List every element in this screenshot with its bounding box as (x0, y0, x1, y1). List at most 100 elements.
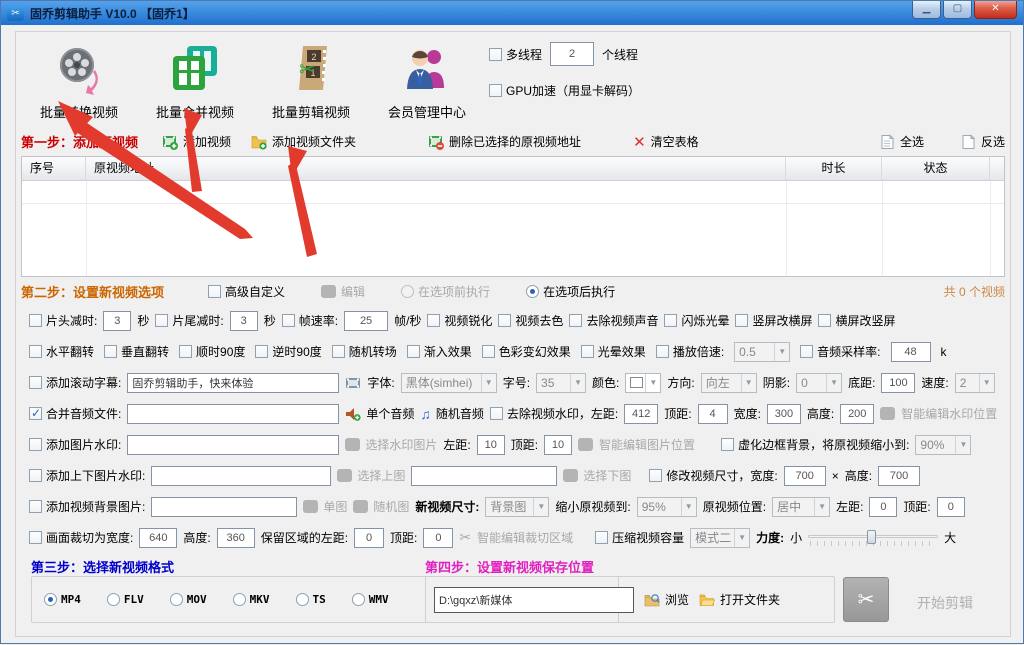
scroll-subtitle-checkbox[interactable]: 添加滚动字幕: (29, 374, 121, 391)
image-left-input[interactable] (477, 435, 505, 455)
shrink-select[interactable]: 95%▼ (637, 497, 697, 517)
crop-checkbox[interactable]: 画面裁切为宽度: (29, 529, 133, 546)
sharpen-checkbox[interactable]: 视频锐化 (427, 312, 492, 329)
keep-left-input[interactable] (354, 528, 384, 548)
format-radio-flv[interactable]: FLV (107, 593, 144, 606)
select-all-button[interactable]: 全选 (879, 133, 924, 150)
direction-select[interactable]: 向左▼ (701, 373, 757, 393)
smart-image-label[interactable]: 智能编辑图片位置 (599, 436, 695, 453)
choose-watermark-button[interactable]: 选择水印图片 (345, 436, 437, 453)
batch-convert-button[interactable]: 批量转换视频 (21, 33, 137, 127)
tail-trim-input[interactable] (230, 311, 258, 331)
decolor-checkbox[interactable]: 视频去色 (498, 312, 563, 329)
wm-top-input[interactable] (698, 404, 728, 424)
sample-rate-input[interactable] (891, 342, 931, 362)
format-radio-ts[interactable]: TS (296, 593, 326, 606)
position-select[interactable]: 居中▼ (772, 497, 830, 517)
head-trim-input[interactable] (103, 311, 131, 331)
random-audio-button[interactable]: ♫ 随机音频 (420, 405, 484, 422)
thread-count-input[interactable] (550, 42, 594, 66)
mute-checkbox[interactable]: 去除视频声音 (569, 312, 658, 329)
blur-shrink-select[interactable]: 90%▼ (915, 435, 971, 455)
strength-slider[interactable] (808, 529, 938, 547)
bg-top-input[interactable] (937, 497, 965, 517)
bottom-image-input[interactable] (411, 466, 557, 486)
font-select[interactable]: 黑体(simhei)▼ (401, 373, 497, 393)
compress-checkbox[interactable]: 压缩视频容量 (595, 529, 684, 546)
top-image-input[interactable] (151, 466, 331, 486)
shadow-select[interactable]: 0▼ (796, 373, 842, 393)
multithread-checkbox[interactable]: 多线程 (489, 46, 542, 63)
fade-in-checkbox[interactable]: 渐入效果 (407, 343, 472, 360)
fps-input[interactable] (344, 311, 388, 331)
compress-mode-select[interactable]: 模式二▼ (690, 528, 750, 548)
exec-after-radio[interactable]: 在选项后执行 (526, 283, 615, 300)
col-index-header[interactable]: 序号 (22, 157, 86, 180)
background-image-checkbox[interactable]: 添加视频背景图片: (29, 498, 145, 515)
remove-watermark-checkbox[interactable]: 去除视频水印，左距: (490, 405, 618, 422)
maximize-button[interactable]: ▢ (943, 1, 972, 19)
resize-width-input[interactable] (784, 466, 826, 486)
sample-rate-checkbox[interactable]: 音频采样率: (800, 343, 880, 360)
background-image-input[interactable] (151, 497, 297, 517)
image-watermark-checkbox[interactable]: 添加图片水印: (29, 436, 121, 453)
col-path-header[interactable]: 原视频地址 (86, 157, 786, 180)
play-speed-select[interactable]: 0.5▼ (734, 342, 790, 362)
slider-thumb[interactable] (867, 530, 876, 544)
merge-audio-checkbox[interactable]: 合并音频文件: (29, 405, 121, 422)
keep-top-input[interactable] (423, 528, 453, 548)
rotate-ccw90-checkbox[interactable]: 逆时90度 (255, 343, 321, 360)
smart-watermark-label[interactable]: 智能编辑水印位置 (901, 405, 997, 422)
top-bottom-watermark-checkbox[interactable]: 添加上下图片水印: (29, 467, 145, 484)
wm-width-input[interactable] (767, 404, 801, 424)
new-size-select[interactable]: 背景图▼ (485, 497, 549, 517)
random-transition-checkbox[interactable]: 随机转场 (332, 343, 397, 360)
batch-merge-button[interactable]: 批量合并视频 (137, 33, 253, 127)
single-audio-button[interactable]: 单个音频 (345, 405, 414, 422)
save-path-input[interactable] (434, 587, 634, 613)
col-status-header[interactable]: 状态 (882, 157, 990, 180)
wm-height-input[interactable] (840, 404, 874, 424)
resize-video-checkbox[interactable]: 修改视频尺寸，宽度: (649, 467, 777, 484)
choose-bottom-image-button[interactable]: 选择下图 (563, 467, 631, 484)
fontsize-select[interactable]: 35▼ (536, 373, 586, 393)
single-image-button[interactable]: 单图 (303, 498, 347, 515)
add-video-button[interactable]: 添加视频 (162, 133, 231, 150)
advanced-custom-checkbox[interactable]: 高级自定义 (208, 283, 285, 300)
fps-checkbox[interactable]: 帧速率: (282, 312, 338, 329)
wm-left-input[interactable] (624, 404, 658, 424)
smart-crop-label[interactable]: 智能编辑裁切区域 (477, 529, 573, 546)
start-clip-button[interactable]: ✂ (843, 577, 889, 622)
format-radio-mp4[interactable]: MP4 (44, 593, 81, 606)
video-table[interactable]: 序号 原视频地址 时长 状态 (21, 156, 1005, 277)
audio-file-input[interactable] (127, 404, 339, 424)
remove-selected-button[interactable]: 删除已选择的原视频地址 (428, 133, 581, 150)
tail-trim-checkbox[interactable]: 片尾减时: (155, 312, 223, 329)
col-duration-header[interactable]: 时长 (786, 157, 882, 180)
halo-fx-checkbox[interactable]: 光晕效果 (581, 343, 646, 360)
crop-width-input[interactable] (139, 528, 177, 548)
video-table-body[interactable] (22, 181, 1004, 276)
minimize-button[interactable]: ▁ (912, 1, 941, 19)
subtitle-text-input[interactable] (127, 373, 339, 393)
format-radio-mov[interactable]: MOV (170, 593, 207, 606)
crop-height-input[interactable] (217, 528, 255, 548)
random-image-button[interactable]: 随机图 (353, 498, 409, 515)
play-speed-checkbox[interactable]: 播放倍速: (656, 343, 724, 360)
vflip-checkbox[interactable]: 垂直翻转 (104, 343, 169, 360)
watermark-image-input[interactable] (127, 435, 339, 455)
add-folder-button[interactable]: 添加视频文件夹 (251, 133, 356, 150)
batch-clip-button[interactable]: 21✂ 批量剪辑视频 (253, 33, 369, 127)
head-trim-checkbox[interactable]: 片头减时: (29, 312, 97, 329)
resize-height-input[interactable] (878, 466, 920, 486)
bottom-margin-input[interactable] (881, 373, 915, 393)
blur-border-checkbox[interactable]: 虚化边框背景，将原视频缩小到: (721, 436, 909, 453)
format-radio-mkv[interactable]: MKV (233, 593, 270, 606)
browse-button[interactable]: 浏览 (644, 591, 689, 608)
bg-left-input[interactable] (869, 497, 897, 517)
color-select[interactable]: ▼ (625, 373, 661, 393)
vertical-to-horizontal-checkbox[interactable]: 竖屏改横屏 (735, 312, 812, 329)
flicker-checkbox[interactable]: 闪烁光晕 (664, 312, 729, 329)
hflip-checkbox[interactable]: 水平翻转 (29, 343, 94, 360)
invert-select-button[interactable]: 反选 (960, 133, 1005, 150)
